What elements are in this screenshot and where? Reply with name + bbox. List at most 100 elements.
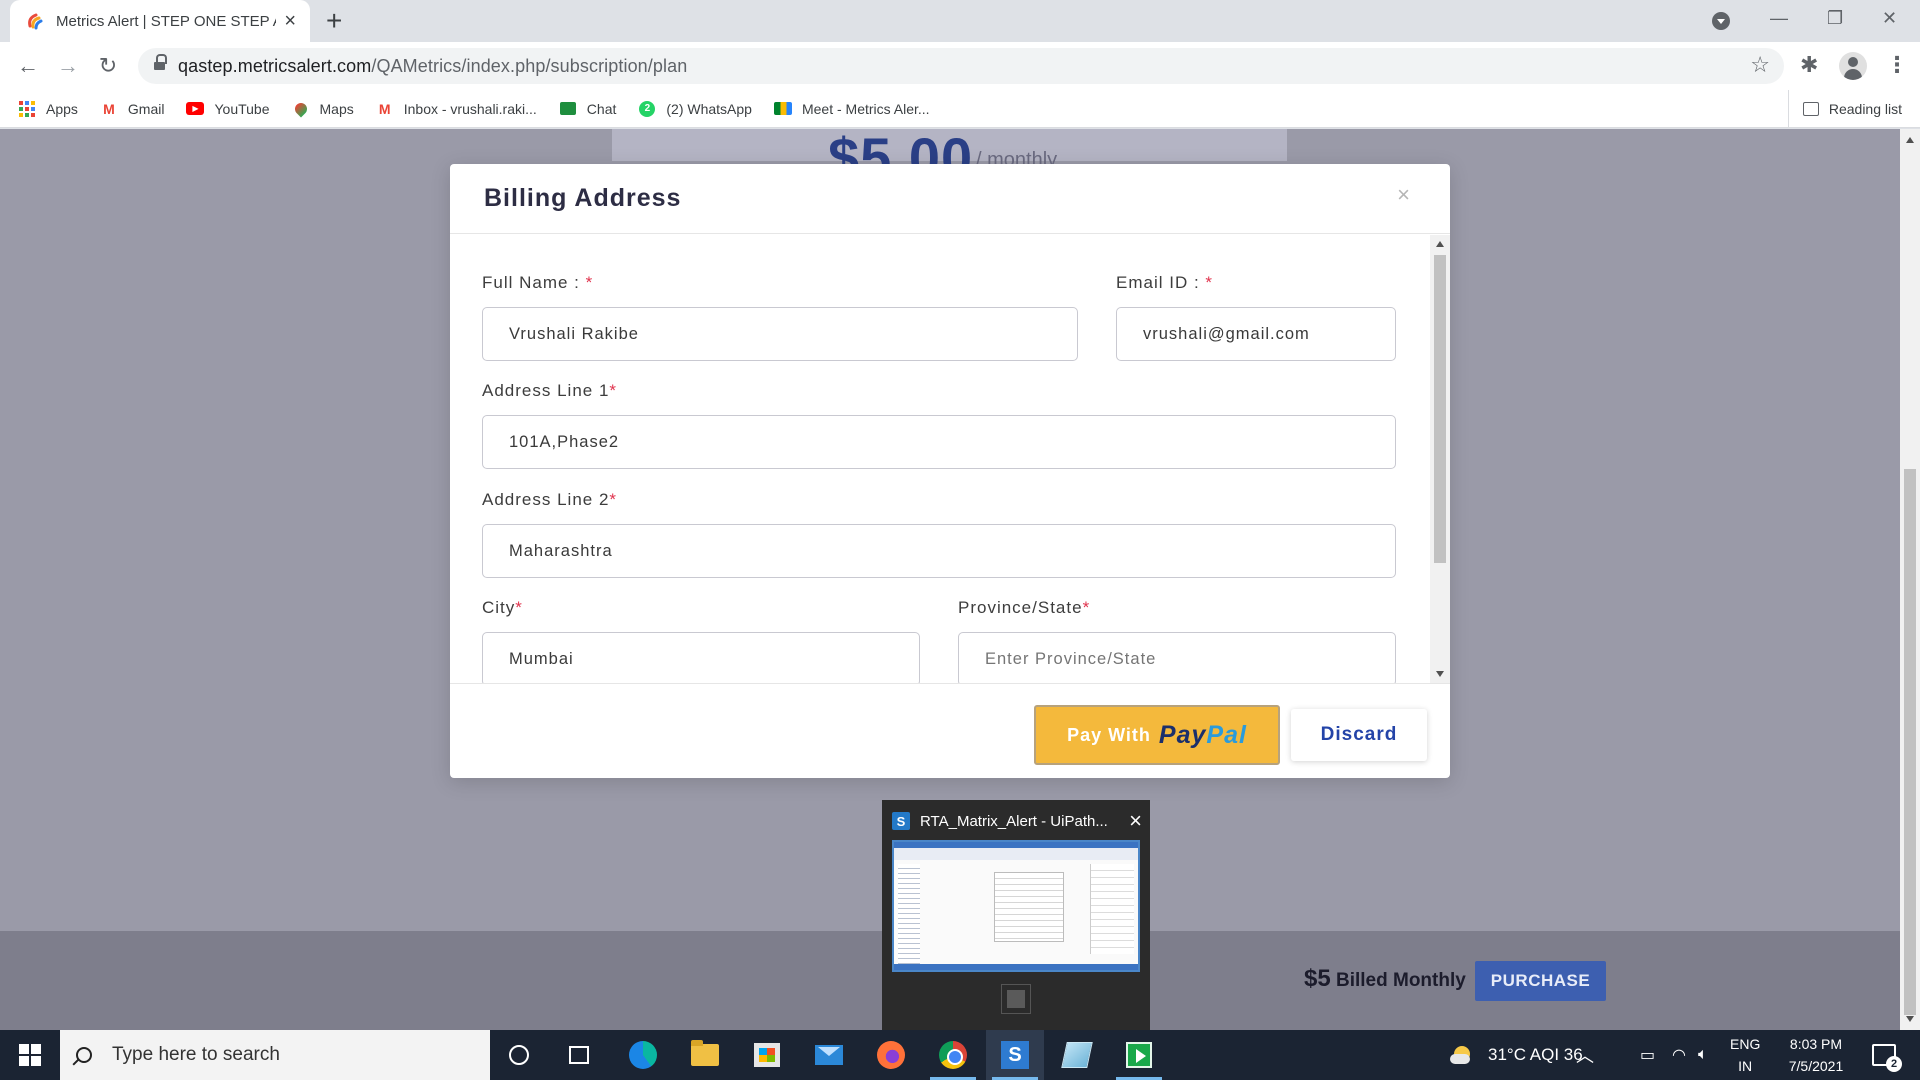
province-state-input[interactable] bbox=[958, 632, 1396, 683]
mail-icon[interactable] bbox=[800, 1030, 858, 1080]
taskbar-search-box[interactable]: Type here to search bbox=[60, 1030, 490, 1080]
bookmark-maps[interactable]: Maps bbox=[292, 100, 354, 118]
bookmark-label: Meet - Metrics Aler... bbox=[801, 100, 930, 117]
youtube-icon: ▶ bbox=[186, 100, 205, 118]
weather-widget[interactable]: 31°C AQI 36 bbox=[1450, 1030, 1583, 1080]
city-input[interactable] bbox=[482, 632, 920, 683]
page-scrollbar[interactable] bbox=[1900, 129, 1920, 1030]
bookmark-meet[interactable]: Meet - Metrics Aler... bbox=[773, 100, 930, 118]
player-icon[interactable] bbox=[1110, 1030, 1168, 1080]
store-icon[interactable] bbox=[738, 1030, 796, 1080]
metrics-alert-favicon-icon bbox=[28, 13, 43, 30]
task-view-icon[interactable] bbox=[550, 1030, 608, 1080]
extensions-puzzle-icon[interactable]: ✱ bbox=[1800, 52, 1818, 78]
preview-stop-icon[interactable] bbox=[1001, 984, 1031, 1014]
scroll-up-arrow-icon[interactable] bbox=[1906, 137, 1914, 143]
weather-text: 31°C AQI 36 bbox=[1488, 1045, 1583, 1064]
bookmark-chat[interactable]: Chat bbox=[559, 100, 617, 118]
bookmark-label: Apps bbox=[46, 100, 78, 117]
bookmark-label: YouTube bbox=[214, 100, 270, 117]
close-window-icon[interactable]: ✕ bbox=[1882, 8, 1897, 29]
billing-address-modal: Billing Address × Full Name : * Email ID… bbox=[450, 164, 1450, 778]
bookmark-inbox[interactable]: M Inbox - vrushali.raki... bbox=[376, 100, 537, 118]
email-input[interactable] bbox=[1116, 307, 1396, 361]
new-tab-button[interactable]: + bbox=[326, 6, 342, 36]
language-indicator[interactable]: ENG IN bbox=[1730, 1030, 1760, 1080]
lock-icon[interactable] bbox=[154, 54, 167, 72]
notification-center-button[interactable]: 2 bbox=[1872, 1030, 1902, 1080]
preview-header: S RTA_Matrix_Alert - UiPath... × bbox=[892, 808, 1142, 834]
chat-icon bbox=[559, 100, 577, 118]
notepad-icon[interactable] bbox=[1048, 1030, 1106, 1080]
browser-toolbar: ← → ↻ qastep.metricsalert.com/QAMetrics/… bbox=[0, 42, 1920, 90]
bookmark-whatsapp[interactable]: 2 (2) WhatsApp bbox=[638, 100, 752, 118]
bookmark-label: Inbox - vrushali.raki... bbox=[403, 100, 537, 117]
paypal-button-prefix: Pay With bbox=[1067, 724, 1151, 745]
taskbar-window-preview[interactable]: S RTA_Matrix_Alert - UiPath... × bbox=[882, 800, 1150, 1030]
firefox-icon[interactable] bbox=[862, 1030, 920, 1080]
profile-avatar-icon[interactable] bbox=[1839, 52, 1867, 80]
tray-overflow-chevron-icon[interactable]: ︿ bbox=[1576, 1030, 1594, 1080]
notification-count: 2 bbox=[1886, 1056, 1902, 1072]
modal-scrollbar[interactable] bbox=[1430, 235, 1450, 683]
bookmark-gmail[interactable]: M Gmail bbox=[100, 100, 165, 118]
windows-start-icon[interactable] bbox=[10, 1040, 50, 1070]
bookmark-youtube[interactable]: ▶ YouTube bbox=[186, 100, 270, 118]
address-line-1-input[interactable] bbox=[482, 415, 1396, 469]
paypal-logo-pal: Pal bbox=[1206, 720, 1247, 749]
chrome-icon[interactable] bbox=[924, 1030, 982, 1080]
full-name-label: Full Name : * bbox=[482, 273, 594, 292]
back-icon[interactable]: ← bbox=[12, 50, 44, 82]
discard-button[interactable]: Discard bbox=[1291, 709, 1427, 761]
volume-icon[interactable]: 🔈︎ bbox=[1698, 1030, 1708, 1080]
preview-close-icon[interactable]: × bbox=[1129, 808, 1142, 834]
gmail-icon: M bbox=[103, 100, 115, 117]
preview-title: RTA_Matrix_Alert - UiPath... bbox=[920, 812, 1108, 830]
modal-scrollbar-thumb[interactable] bbox=[1434, 255, 1446, 563]
reload-icon[interactable]: ↻ bbox=[92, 50, 124, 82]
file-explorer-icon[interactable] bbox=[676, 1030, 734, 1080]
browser-menu-icon[interactable]: ⋮ bbox=[1886, 52, 1908, 78]
modal-close-icon[interactable]: × bbox=[1397, 182, 1410, 208]
browser-tab-active[interactable]: Metrics Alert | STEP ONE STEP AHEAD × bbox=[10, 0, 310, 42]
city-label: City* bbox=[482, 598, 523, 617]
modal-header: Billing Address × bbox=[450, 164, 1450, 234]
bookmark-label: Gmail bbox=[127, 100, 165, 117]
bookmark-star-icon[interactable]: ☆ bbox=[1750, 52, 1770, 78]
modal-scroll-up-arrow-icon[interactable] bbox=[1436, 241, 1444, 247]
address-bar[interactable]: qastep.metricsalert.com/QAMetrics/index.… bbox=[138, 48, 1784, 84]
purchase-button[interactable]: PURCHASE bbox=[1475, 961, 1606, 1001]
bookmark-label: Chat bbox=[586, 100, 617, 117]
bookmark-label: Maps bbox=[319, 100, 354, 117]
tab-close-icon[interactable]: × bbox=[284, 10, 296, 33]
tab-strip: Metrics Alert | STEP ONE STEP AHEAD × + … bbox=[0, 0, 1920, 42]
reading-list-icon bbox=[1802, 102, 1819, 116]
clock-date: 7/5/2021 bbox=[1788, 1058, 1844, 1074]
pay-with-paypal-button[interactable]: Pay With Pay Pal bbox=[1034, 705, 1280, 765]
preview-thumbnail[interactable] bbox=[892, 840, 1140, 972]
bookmark-apps[interactable]: Apps bbox=[18, 100, 78, 118]
maps-pin-icon bbox=[292, 100, 310, 118]
cortana-icon[interactable] bbox=[490, 1030, 548, 1080]
address-line-2-input[interactable] bbox=[482, 524, 1396, 578]
forward-icon[interactable]: → bbox=[52, 50, 84, 82]
reading-list-button[interactable]: Reading list bbox=[1787, 90, 1902, 128]
restore-window-icon[interactable]: ❐ bbox=[1827, 8, 1843, 29]
windows-taskbar: Type here to search S 31°C AQI 36 ︿ ▭ ◠ … bbox=[0, 1030, 1920, 1080]
modal-body: Full Name : * Email ID : * Address Line … bbox=[450, 235, 1450, 683]
tab-search-dropdown-icon[interactable] bbox=[1712, 12, 1730, 30]
edge-icon[interactable] bbox=[614, 1030, 672, 1080]
battery-icon[interactable]: ▭ bbox=[1640, 1030, 1655, 1080]
full-name-input[interactable] bbox=[482, 307, 1078, 361]
page-scrollbar-thumb[interactable] bbox=[1904, 469, 1916, 1015]
wifi-icon[interactable]: ◠ bbox=[1672, 1030, 1686, 1080]
notification-icon: 2 bbox=[1872, 1044, 1902, 1072]
uipath-icon[interactable]: S bbox=[986, 1030, 1044, 1080]
address-line-2-label: Address Line 2* bbox=[482, 490, 618, 509]
search-icon bbox=[76, 1047, 92, 1063]
scroll-down-arrow-icon[interactable] bbox=[1906, 1016, 1914, 1022]
minimize-window-icon[interactable]: — bbox=[1770, 8, 1788, 29]
modal-scroll-down-arrow-icon[interactable] bbox=[1436, 671, 1444, 677]
system-clock[interactable]: 8:03 PM 7/5/2021 bbox=[1780, 1030, 1852, 1080]
modal-title: Billing Address bbox=[484, 184, 682, 212]
